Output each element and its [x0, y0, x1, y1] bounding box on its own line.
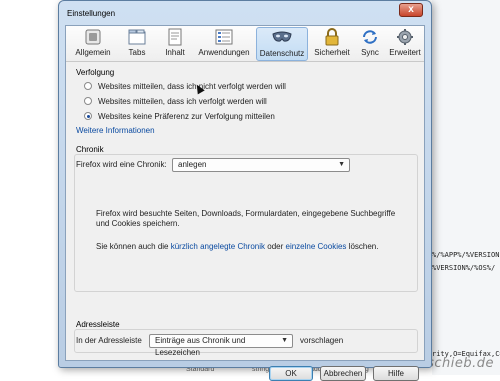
history-heading: Chronik — [76, 145, 104, 154]
tracking-option-no-track[interactable]: Websites mitteilen, dass ich nicht verfo… — [84, 82, 286, 91]
more-info-link[interactable]: Weitere Informationen — [76, 126, 155, 135]
option-label: Websites mitteilen, dass ich verfolgt we… — [98, 97, 267, 106]
preferences-toolbar: Allgemein Tabs Inhalt Anwendungen Datens… — [66, 26, 424, 62]
tab-label: Allgemein — [75, 48, 111, 57]
tab-sync[interactable]: Sync — [356, 27, 384, 61]
clear-text-middle: oder — [267, 242, 284, 251]
tab-allgemein[interactable]: Allgemein — [70, 27, 116, 61]
recent-history-link[interactable]: kürzlich angelegte Chronik — [171, 242, 265, 251]
background-text: %/%APP%/%VERSION — [432, 251, 500, 259]
tab-label: Sicherheit — [314, 48, 350, 57]
addressbar-suffix: vorschlagen — [300, 336, 344, 345]
tab-datenschutz[interactable]: Datenschutz — [256, 27, 308, 61]
tab-tabs[interactable]: Tabs — [120, 27, 154, 61]
ok-button[interactable]: OK — [269, 366, 313, 381]
tab-inhalt[interactable]: Inhalt — [158, 27, 192, 61]
tabs-icon — [128, 29, 146, 45]
radio-button[interactable] — [84, 97, 92, 105]
cookies-link[interactable]: einzelne Cookies — [286, 242, 347, 251]
history-mode-label: Firefox wird eine Chronik: — [76, 160, 167, 169]
gear-icon — [397, 29, 413, 45]
radio-button[interactable] — [84, 82, 92, 90]
history-mode-select[interactable]: anlegen ▼ — [172, 158, 350, 172]
clear-text-prefix: Sie können auch die — [96, 242, 169, 251]
tracking-heading: Verfolgung — [76, 68, 115, 77]
select-value: Einträge aus Chronik und Lesezeichen — [155, 336, 246, 357]
close-icon: x — [408, 4, 414, 15]
lock-icon — [325, 28, 339, 46]
switch-icon — [85, 29, 101, 45]
title-bar[interactable]: Einstellungen x — [59, 1, 431, 25]
tab-erweitert[interactable]: Erweitert — [388, 27, 422, 61]
option-label: Websites keine Präferenz zur Verfolgung … — [98, 112, 275, 121]
privacy-panel: Verfolgung Websites mitteilen, dass ich … — [74, 66, 419, 381]
watermark: schieb.de — [427, 356, 494, 371]
document-icon — [168, 28, 182, 46]
dialog-title: Einstellungen — [67, 9, 116, 18]
addressbar-label: In der Adressleiste — [76, 336, 142, 345]
chevron-down-icon: ▼ — [281, 337, 288, 344]
tab-label: Anwendungen — [198, 48, 250, 57]
cancel-button[interactable]: Abbrechen — [320, 366, 366, 381]
addressbar-heading: Adressleiste — [76, 320, 120, 329]
tab-label: Tabs — [128, 48, 146, 57]
tab-sicherheit[interactable]: Sicherheit — [312, 27, 352, 61]
tab-anwendungen[interactable]: Anwendungen — [196, 27, 252, 61]
tracking-option-no-preference[interactable]: Websites keine Präferenz zur Verfolgung … — [84, 112, 275, 121]
clear-history-text: Sie können auch die kürzlich angelegte C… — [96, 242, 378, 251]
close-button[interactable]: x — [399, 3, 423, 17]
tab-label: Sync — [361, 48, 379, 57]
tracking-option-track[interactable]: Websites mitteilen, dass ich verfolgt we… — [84, 97, 267, 106]
tab-label: Erweitert — [389, 48, 421, 57]
sync-icon — [363, 30, 377, 44]
clear-text-suffix: löschen. — [348, 242, 379, 251]
tab-label: Datenschutz — [259, 49, 305, 58]
tab-label: Inhalt — [165, 48, 185, 57]
radio-button-selected[interactable] — [84, 112, 92, 120]
dialog-client: Allgemein Tabs Inhalt Anwendungen Datens… — [65, 25, 425, 381]
list-icon — [215, 29, 233, 45]
help-button[interactable]: Hilfe — [373, 366, 419, 381]
history-description: Firefox wird besuchte Seiten, Downloads,… — [96, 209, 396, 228]
mask-icon — [272, 31, 292, 42]
settings-dialog: Einstellungen x Allgemein Tabs Inhalt An… — [58, 0, 432, 381]
chevron-down-icon: ▼ — [338, 161, 345, 168]
option-label: Websites mitteilen, dass ich nicht verfo… — [98, 82, 286, 91]
select-value: anlegen — [178, 160, 207, 169]
background-window — [432, 0, 500, 375]
background-text: %VERSION%/%OS%/ — [432, 264, 496, 272]
addressbar-suggest-select[interactable]: Einträge aus Chronik und Lesezeichen ▼ — [149, 334, 293, 357]
